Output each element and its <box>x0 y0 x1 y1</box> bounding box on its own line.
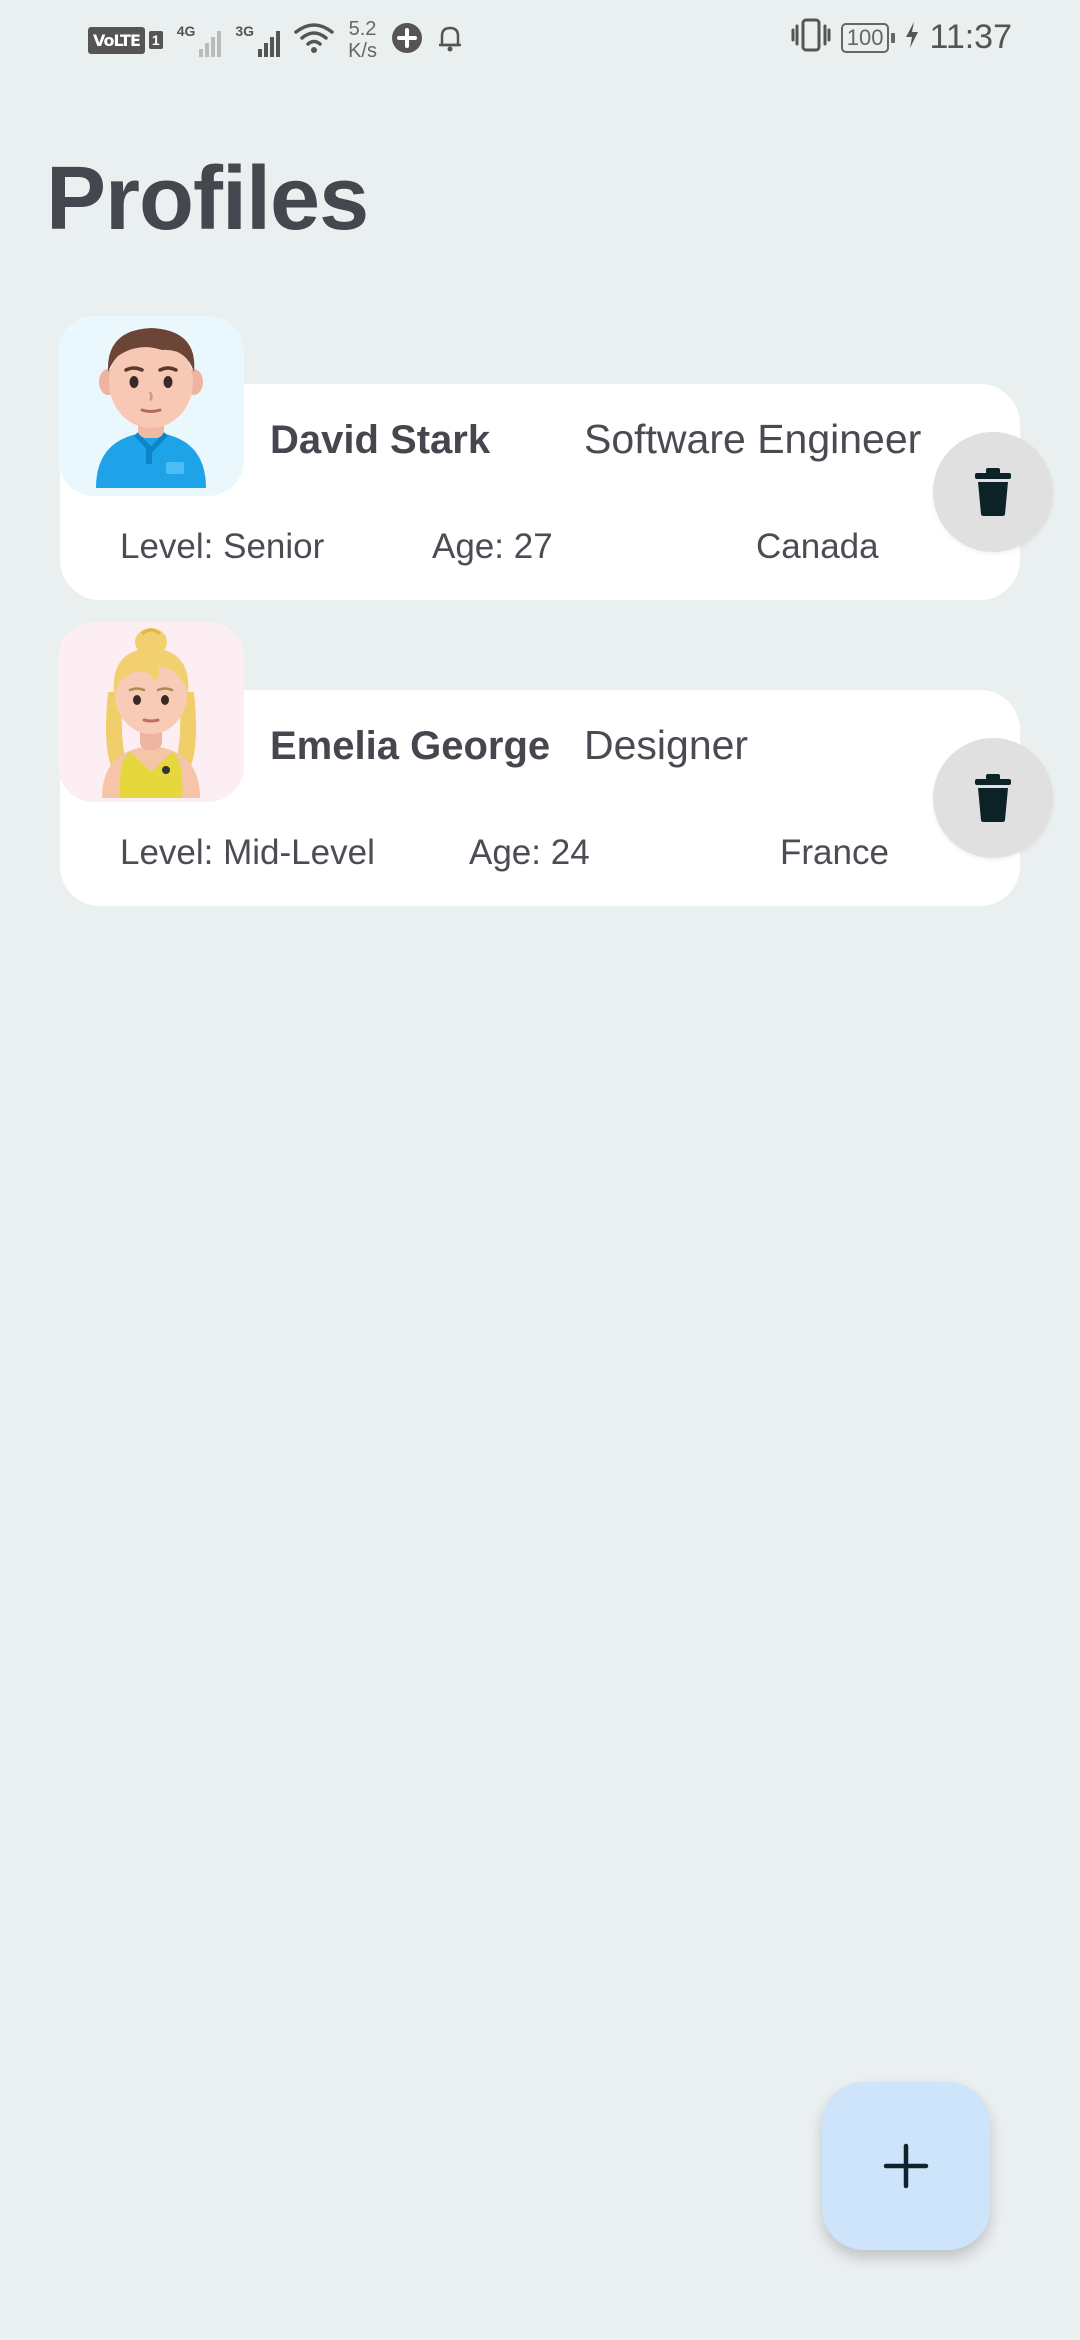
profile-country: Canada <box>756 527 879 566</box>
charging-icon <box>905 21 919 54</box>
speed-value: 5.2 <box>348 18 377 40</box>
avatar <box>58 316 244 496</box>
female-avatar-icon <box>102 628 200 798</box>
volte-indicator: VoLTE <box>88 26 145 54</box>
profile-name: Emelia George <box>270 724 551 768</box>
status-bar-right: 100 11:37 <box>791 18 1012 57</box>
network-type-label: 3G <box>235 23 255 39</box>
battery-level: 100 <box>840 22 890 53</box>
speed-unit: K/s <box>348 40 377 62</box>
signal-4g-icon: 4G <box>177 23 222 57</box>
delete-profile-button[interactable] <box>933 432 1053 552</box>
profile-level: Level: Senior <box>120 527 325 566</box>
network-type-label: 4G <box>176 23 196 39</box>
profile-country: France <box>780 833 889 872</box>
profile-role: Designer <box>584 722 749 768</box>
sim-indicator: 1 <box>148 31 163 49</box>
add-circle-icon <box>391 22 423 59</box>
delete-profile-button[interactable] <box>933 738 1053 858</box>
profile-role: Software Engineer <box>584 416 922 462</box>
profile-level: Level: Mid-Level <box>120 833 375 872</box>
male-avatar-icon <box>96 328 206 488</box>
battery-indicator: 100 <box>840 22 896 53</box>
page-title: Profiles <box>46 149 369 249</box>
add-profile-button[interactable] <box>822 2082 990 2250</box>
trash-icon <box>975 774 1011 822</box>
signal-3g-icon: 3G <box>235 23 281 57</box>
wifi-icon <box>294 22 334 59</box>
status-bar-left: VoLTE 1 4G 3G 5.2 K/s <box>88 18 463 62</box>
profile-age: Age: 24 <box>469 833 590 872</box>
trash-icon <box>975 468 1011 516</box>
status-bar: VoLTE 1 4G 3G 5.2 K/s 100 11:37 <box>0 0 1080 80</box>
avatar <box>58 622 244 802</box>
vibrate-icon <box>791 18 831 57</box>
profile-age: Age: 27 <box>432 527 553 566</box>
network-speed: 5.2 K/s <box>348 18 377 62</box>
profile-name: David Stark <box>270 418 491 462</box>
bell-icon <box>437 23 463 58</box>
clock: 11:37 <box>929 18 1012 56</box>
plus-icon <box>883 2143 929 2189</box>
